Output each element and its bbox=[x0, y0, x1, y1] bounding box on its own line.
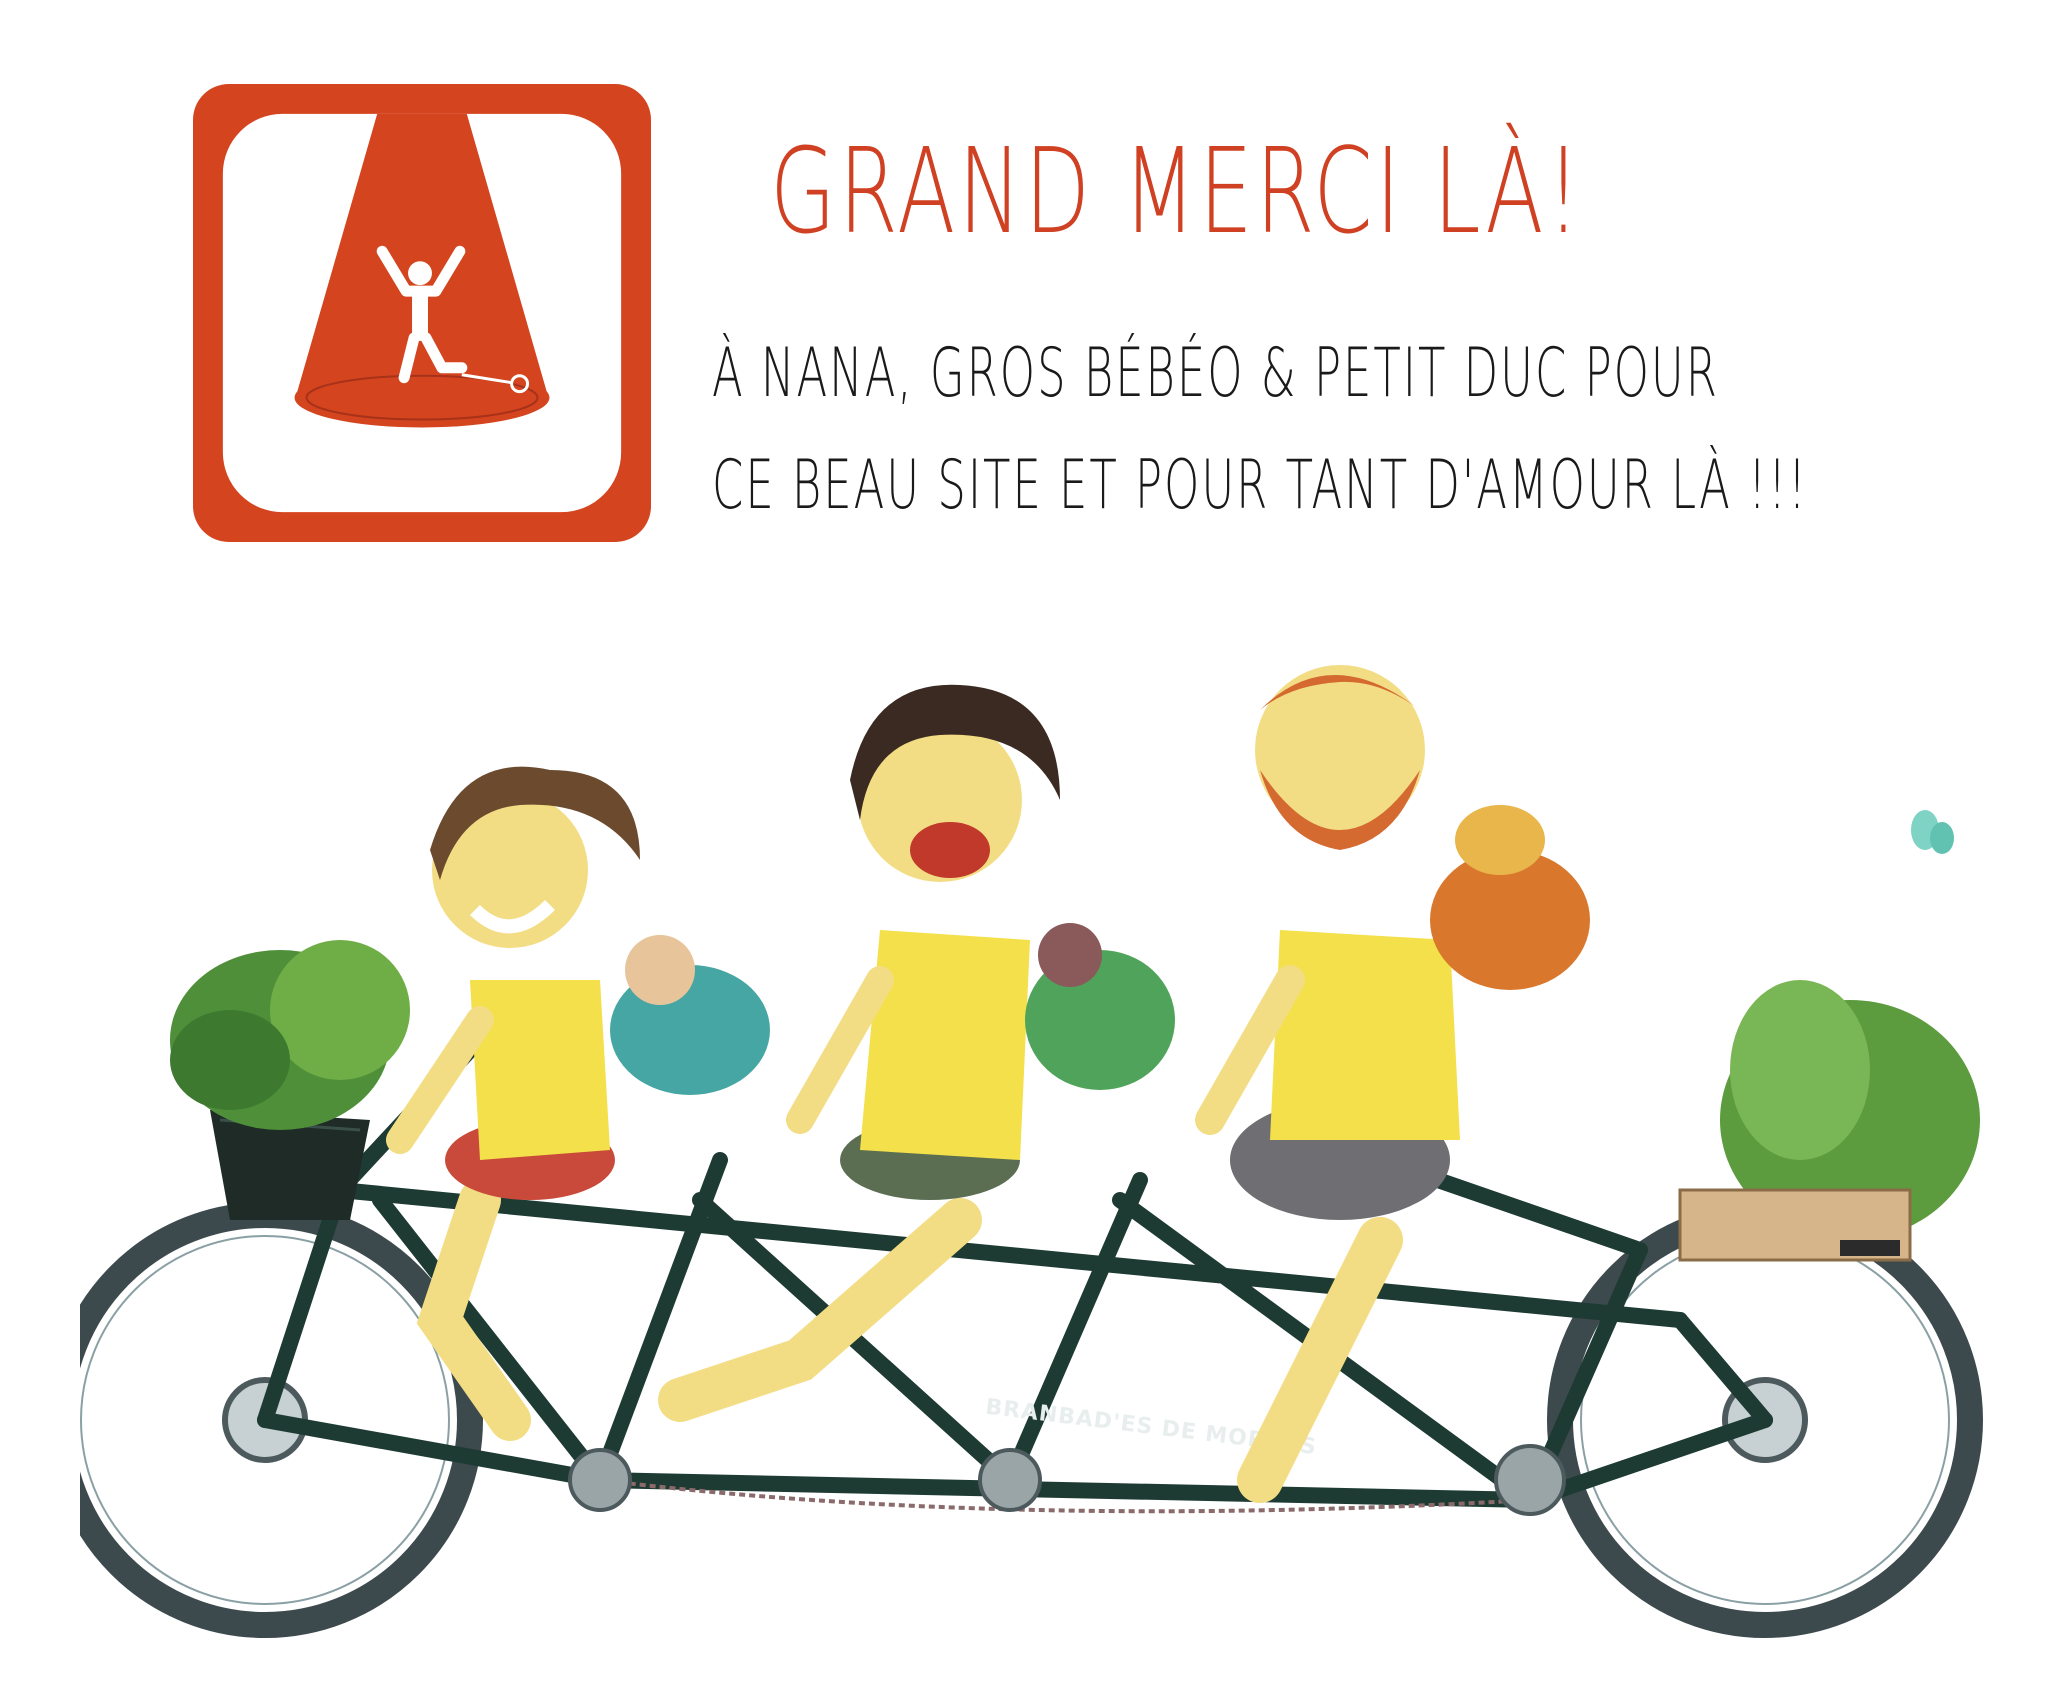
rear-crate bbox=[1678, 980, 1980, 1262]
page-title: GRAND MERCI LÀ! bbox=[770, 122, 1584, 260]
rider-man bbox=[1195, 665, 1590, 1503]
message-line: CE BEAU SITE ET POUR TANT D'AMOUR LÀ !!! bbox=[712, 446, 1809, 525]
rider-girl bbox=[386, 766, 770, 1441]
front-basket bbox=[170, 940, 410, 1220]
tandem-bicycle-illustration: BRANBAD'ES DE MORUES bbox=[80, 600, 2000, 1680]
logo-spotlight-icon bbox=[193, 84, 651, 542]
thank-you-message: À NANA, GROS BÉBÉO & PETIT DUC POUR CE B… bbox=[712, 318, 1808, 542]
butterfly-icon bbox=[1911, 810, 1954, 854]
tandem-bicycle-drawing: BRANBAD'ES DE MORUES bbox=[80, 665, 1983, 1638]
logo bbox=[193, 84, 651, 542]
message-line: À NANA, GROS BÉBÉO & PETIT DUC POUR bbox=[712, 334, 1719, 413]
